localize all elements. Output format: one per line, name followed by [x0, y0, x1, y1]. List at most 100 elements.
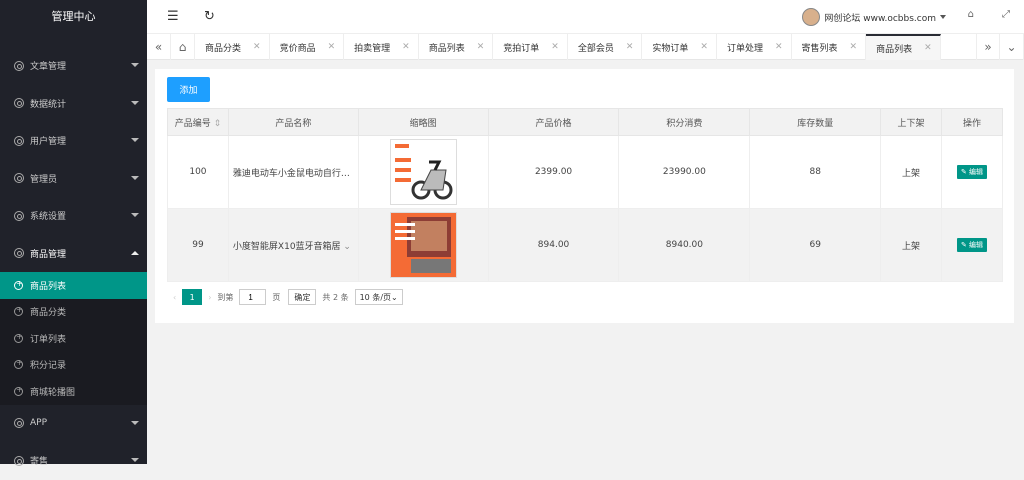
confirm-button[interactable]: 确定 — [288, 289, 317, 305]
edit-button[interactable]: ✎ 编辑 — [956, 165, 988, 179]
sidebar-item-goods[interactable]: 商品管理 — [0, 235, 147, 273]
tab-bid-orders[interactable]: 竞拍订单 ✕ — [493, 34, 568, 60]
col-status: 上下架 — [880, 108, 943, 136]
tabs-scroll-right-icon[interactable]: » — [976, 34, 1000, 60]
close-icon[interactable]: ✕ — [477, 42, 485, 52]
tab-goods-list[interactable]: 商品列表 ✕ — [419, 34, 494, 60]
tab-consign-list[interactable]: 寄售列表 ✕ — [792, 34, 867, 60]
cell-points: 8940.00 — [618, 208, 751, 282]
total-count: 共 2 条 — [322, 292, 349, 302]
menu-icon — [14, 60, 24, 71]
sidebar-subitem-orders[interactable]: 订单列表 — [0, 325, 147, 352]
sort-icon[interactable]: ⇕ — [214, 119, 222, 129]
sidebar-item-label: 系统设置 — [30, 212, 67, 223]
cell-price: 2399.00 — [487, 135, 620, 209]
plus-circle-icon — [14, 385, 23, 396]
chevron-down-icon — [131, 138, 139, 142]
col-name: 产品名称 — [227, 108, 359, 136]
col-thumb: 缩略图 — [357, 108, 489, 136]
user-menu[interactable]: 网创论坛 www.ocbbs.com — [802, 8, 946, 26]
sidebar-subitem-points[interactable]: 积分记录 — [0, 352, 147, 379]
page-size-select[interactable]: 10 条/页 ⌄ — [354, 289, 403, 305]
tab-label: 商品列表 — [876, 44, 913, 55]
tab-label: 拍卖管理 — [354, 43, 391, 54]
page-unit-label: 页 — [272, 292, 281, 302]
edit-button[interactable]: ✎ 编辑 — [956, 238, 988, 252]
sidebar-subitem-carousel[interactable]: 商城轮播图 — [0, 378, 147, 405]
add-button[interactable]: 添加 — [167, 77, 210, 102]
prev-page-icon[interactable]: ‹ — [173, 293, 176, 302]
menu-toggle-icon[interactable]: ☰ — [167, 9, 179, 24]
page-size-value: 10 条/页 — [359, 292, 392, 302]
menu-icon — [14, 98, 24, 109]
chevron-down-icon — [131, 100, 139, 105]
cell-points: 23990.00 — [618, 135, 751, 209]
tab-members[interactable]: 全部会员 ✕ — [568, 34, 643, 60]
close-icon[interactable]: ✕ — [775, 42, 783, 52]
sidebar-item-admins[interactable]: 管理员 — [0, 160, 147, 198]
plus-circle-icon — [14, 279, 23, 290]
menu-icon — [14, 210, 24, 221]
cell-actions: ✎ 编辑 — [941, 208, 1003, 282]
close-icon[interactable]: ✕ — [328, 42, 336, 52]
sidebar-item-label: 积分记录 — [30, 361, 67, 372]
next-page-icon[interactable]: › — [208, 293, 211, 302]
tab-label: 全部会员 — [577, 43, 614, 54]
sidebar-item-label: 寄售 — [30, 457, 49, 468]
close-icon[interactable]: ✕ — [551, 42, 559, 52]
cell-id: 99 — [167, 208, 229, 282]
sidebar-item-consign[interactable]: 寄售 — [0, 442, 147, 480]
chevron-down-icon — [131, 175, 139, 180]
sidebar: 管理中心 文章管理 数据统计 用户管理 管理员 系统设置 商品管理 商品列表 商… — [0, 0, 147, 467]
tabs-scroll-left-icon[interactable]: « — [147, 34, 171, 60]
sidebar-item-label: 商城轮播图 — [30, 387, 76, 398]
main-panel: 添加 产品编号 ⇕ 产品名称 缩略图 产品价格 积分消费 库存数量 上下架 操作… — [155, 69, 1014, 323]
tab-label: 商品列表 — [428, 43, 465, 54]
sidebar-item-users[interactable]: 用户管理 — [0, 122, 147, 160]
pagination: ‹ 1 › 到第 页 确定 共 2 条 10 条/页 ⌄ — [173, 289, 403, 305]
tab-goods-list-current[interactable]: 商品列表 ✕ — [866, 34, 941, 60]
tab-auction[interactable]: 拍卖管理 ✕ — [344, 34, 419, 60]
cell-name: 小度智能屏X10蓝牙音箱居 ⌄ — [227, 208, 359, 282]
tab-bar: « ⌂ 商品分类 ✕ 竞价商品 ✕ 拍卖管理 ✕ 商品列表 ✕ 竞拍订单 ✕ 全部会员 ✕ … — [147, 34, 1024, 60]
cell-price: 894.00 — [487, 208, 620, 282]
tab-order-process[interactable]: 订单处理 ✕ — [717, 34, 792, 60]
close-icon[interactable]: ✕ — [700, 42, 708, 52]
col-label: 产品编号 — [174, 118, 211, 129]
tag-icon[interactable]: ⌂ — [968, 9, 974, 20]
col-id[interactable]: 产品编号 ⇕ — [167, 108, 229, 136]
plus-circle-icon — [14, 358, 23, 370]
tab-bid-goods[interactable]: 竞价商品 ✕ — [270, 34, 345, 60]
tab-physical-orders[interactable]: 实物订单 ✕ — [642, 34, 717, 60]
col-points: 积分消费 — [618, 108, 751, 136]
close-icon[interactable]: ✕ — [850, 42, 858, 52]
home-icon[interactable]: ⌂ — [171, 34, 195, 60]
sidebar-item-app[interactable]: APP — [0, 405, 147, 443]
close-icon[interactable]: ✕ — [253, 42, 261, 52]
page-number[interactable]: 1 — [182, 289, 203, 305]
sidebar-subitem-goods-list[interactable]: 商品列表 — [0, 272, 147, 299]
cell-name-text: 小度智能屏X10蓝牙音箱居 — [232, 241, 341, 252]
tab-goods-category[interactable]: 商品分类 ✕ — [195, 34, 270, 60]
sidebar-item-stats[interactable]: 数据统计 — [0, 85, 147, 123]
sidebar-item-articles[interactable]: 文章管理 — [0, 47, 147, 85]
menu-icon — [14, 135, 24, 146]
tabs-menu-icon[interactable]: ⌄ — [1000, 34, 1024, 60]
page-input[interactable] — [239, 289, 267, 305]
tab-label: 竞价商品 — [279, 43, 316, 54]
fullscreen-icon[interactable]: ⤢ — [1002, 9, 1010, 20]
close-icon[interactable]: ✕ — [402, 42, 410, 52]
menu-icon — [14, 418, 24, 429]
sidebar-item-label: 文章管理 — [30, 62, 67, 73]
goto-label: 到第 — [217, 292, 234, 302]
cell-thumb — [357, 135, 489, 209]
edit-label: 编辑 — [969, 168, 984, 176]
sidebar-subitem-goods-category[interactable]: 商品分类 — [0, 299, 147, 326]
sidebar-item-label: 订单列表 — [30, 334, 67, 345]
close-icon[interactable]: ✕ — [626, 42, 634, 52]
close-icon[interactable]: ✕ — [924, 43, 932, 53]
app-title: 管理中心 — [0, 0, 147, 34]
sidebar-item-settings[interactable]: 系统设置 — [0, 197, 147, 235]
refresh-icon[interactable]: ↻ — [204, 9, 215, 24]
expand-icon[interactable]: ⌄ — [343, 242, 351, 252]
